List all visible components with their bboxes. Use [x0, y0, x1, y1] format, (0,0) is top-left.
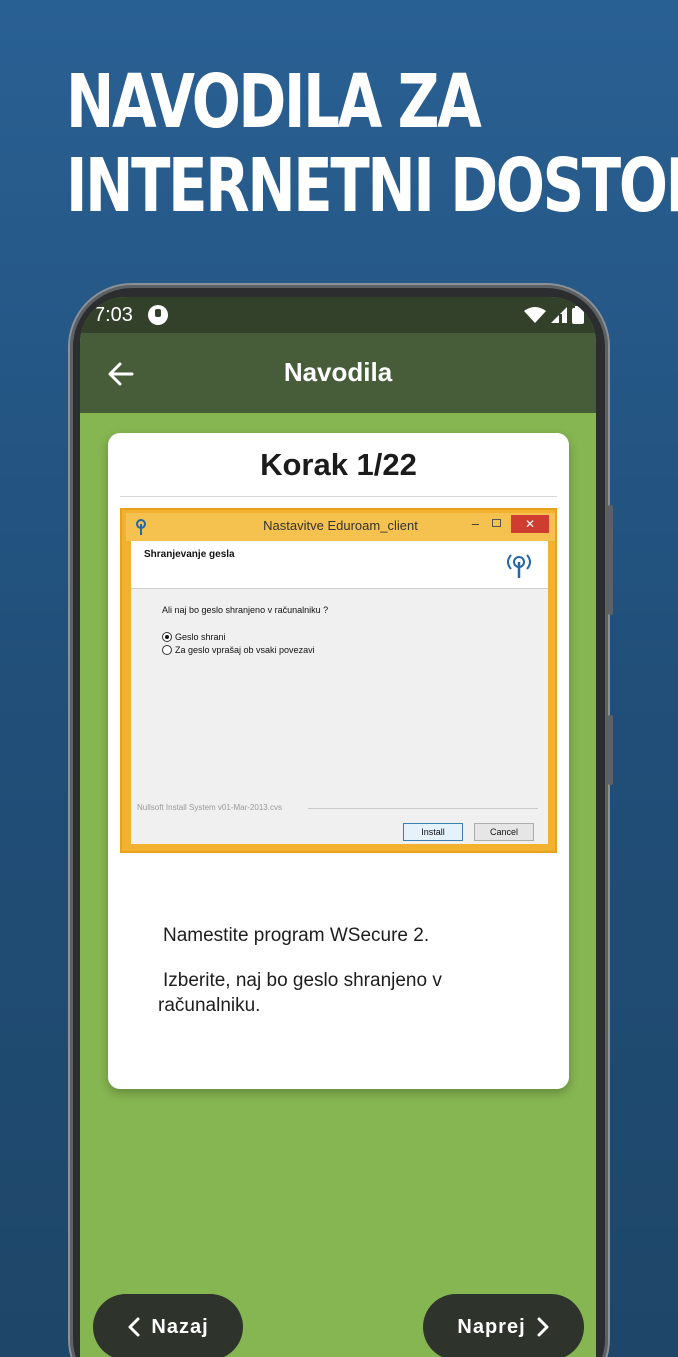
- footer-divider: [308, 808, 538, 809]
- radio-label: Za geslo vprašaj ob vsaki povezavi: [175, 645, 315, 655]
- page-title: Navodila: [283, 357, 393, 387]
- radio-save-password: Geslo shrani: [162, 632, 226, 642]
- signal-icon: [551, 307, 567, 323]
- radio-label: Geslo shrani: [175, 632, 226, 642]
- eduroam-logo-icon: [507, 554, 531, 578]
- step-title: Korak 1/22: [260, 447, 417, 482]
- cancel-button: Cancel: [474, 823, 534, 841]
- app-notification-icon: [148, 305, 168, 325]
- window-header-title: Shranjevanje gesla: [144, 549, 235, 560]
- instruction-paragraph-1: Namestite program WSecure 2.: [163, 925, 430, 946]
- status-icons: [524, 306, 584, 324]
- wifi-icon: [524, 307, 546, 323]
- battery-icon: [572, 306, 584, 324]
- headline-line-2: INTERNETNI DOSTOP: [66, 143, 678, 229]
- status-bar: 7:03: [80, 297, 596, 333]
- headline-line-1: NAVODILA ZA: [66, 59, 482, 145]
- instruction-paragraph-2-cont: računalniku.: [158, 995, 261, 1016]
- headline: NAVODILA ZA INTERNETNI DOSTOP: [66, 59, 678, 229]
- phone-screen: 7:03 Navodila Korak 1/22 Nastavitve Edur…: [80, 297, 596, 1357]
- window-header: Shranjevanje gesla: [131, 541, 548, 589]
- installer-screenshot: Nastavitve Eduroam_client – ✕ Shranjevan…: [120, 508, 557, 853]
- close-icon: ✕: [511, 515, 549, 533]
- installer-question: Ali naj bo geslo shranjeno v računalniku…: [162, 605, 329, 615]
- install-button: Install: [403, 823, 463, 841]
- window-title: Nastavitve Eduroam_client: [263, 518, 418, 533]
- instruction-paragraph-2: Izberite, naj bo geslo shranjeno v: [163, 970, 442, 991]
- minimize-icon: –: [471, 516, 479, 531]
- app-bar: Navodila: [80, 333, 596, 413]
- window-client: Shranjevanje gesla Ali naj bo geslo shra…: [131, 541, 548, 844]
- back-button-label: Nazaj: [151, 1315, 209, 1338]
- radio-unselected: [162, 645, 172, 655]
- maximize-icon: [492, 519, 501, 527]
- installer-footer: Nullsoft Install System v01-Mar-2013.cvs: [137, 803, 282, 812]
- radio-selected: [162, 632, 172, 642]
- radio-ask-password: Za geslo vprašaj ob vsaki povezavi: [162, 645, 315, 655]
- chevron-right-icon: [537, 1317, 549, 1337]
- volume-button: [608, 715, 613, 785]
- step-card: Korak 1/22 Nastavitve Eduroam_client – ✕…: [108, 433, 569, 1089]
- next-button[interactable]: Naprej: [423, 1294, 584, 1357]
- next-button-label: Naprej: [457, 1315, 526, 1338]
- window-titlebar: Nastavitve Eduroam_client – ✕: [126, 513, 555, 541]
- power-button: [608, 505, 613, 615]
- chevron-left-icon: [128, 1317, 140, 1337]
- status-time: 7:03: [94, 304, 133, 326]
- back-button[interactable]: Nazaj: [93, 1294, 243, 1357]
- divider: [120, 496, 557, 497]
